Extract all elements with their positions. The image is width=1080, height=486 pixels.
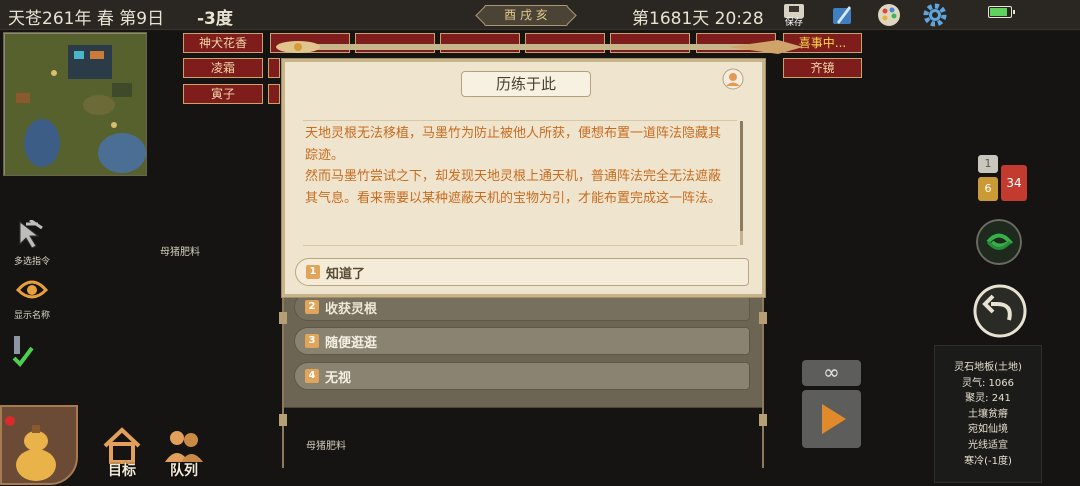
dialog-text: 天地灵根无法移植，马墨竹为防止被他人所获，便想布置一道阵法隐藏其踪迹。 然而马墨…	[303, 120, 743, 246]
multi-select-label: 多选指令	[13, 257, 50, 267]
target-button[interactable]: 目标	[98, 426, 146, 479]
option-number: 2	[305, 300, 319, 314]
message-count-yellow: 6	[978, 177, 998, 201]
character-tag[interactable]: 神犬花香	[183, 33, 263, 53]
minimap-terrain	[4, 33, 146, 175]
dialog-scrollbar[interactable]	[740, 121, 743, 245]
option-number: 4	[305, 369, 319, 383]
settings-button[interactable]	[922, 2, 948, 28]
hanging-ornament-icon	[279, 296, 287, 468]
day-time: 第1681天 20:28	[632, 9, 764, 29]
dialog-option[interactable]: 3 随便逛逛	[294, 327, 750, 355]
gourd-icon	[5, 416, 56, 481]
option-number: 1	[306, 265, 320, 279]
character-tag[interactable]: 凌霜	[183, 58, 263, 78]
option-label: 收获灵根	[325, 301, 378, 317]
spirit-vortex-icon[interactable]	[976, 219, 1022, 265]
ground-item-label[interactable]: 母猪肥料	[306, 437, 346, 452]
gourd-panel[interactable]	[0, 405, 78, 485]
tile-info-line: 宛如仙境	[968, 424, 1008, 436]
tile-info-line: 灵石地板(土地)	[954, 362, 1022, 373]
temperature: -3度	[197, 9, 233, 29]
battery-indicator	[988, 6, 1015, 18]
show-names-label: 显示名称	[13, 311, 50, 321]
minimap[interactable]	[3, 32, 147, 176]
character-tag-hidden[interactable]	[268, 58, 280, 78]
check-tool[interactable]	[10, 334, 36, 371]
multi-cursor-icon	[19, 218, 43, 249]
speed-loop-button[interactable]: ∞	[802, 360, 861, 386]
message-count-red: 34	[1001, 165, 1027, 201]
tile-info-line: 灵气: 1066	[962, 377, 1014, 389]
tile-info-line: 光线适宜	[968, 439, 1008, 451]
journal-button[interactable]	[829, 2, 855, 28]
queue-label: 队列	[170, 463, 198, 479]
target-label: 目标	[108, 463, 136, 479]
show-names-tool[interactable]: 显示名称	[10, 274, 54, 321]
feather-book-icon	[833, 6, 851, 24]
tile-info-line: 寒冷(-1度)	[964, 455, 1012, 467]
gear-icon	[923, 3, 947, 27]
brush-check-icon	[12, 336, 34, 368]
option-label: 随便逛逛	[325, 335, 378, 351]
dialog-title: 历练于此	[461, 71, 591, 97]
character-tag[interactable]: 齐镜	[783, 58, 862, 78]
tile-info-line: 土壤贫瘠	[968, 408, 1008, 420]
eye-icon	[15, 280, 49, 299]
queue-button[interactable]: 队列	[160, 426, 208, 479]
character-tag-hidden[interactable]	[268, 84, 280, 104]
character-tag[interactable]: 寅子	[183, 84, 263, 104]
ground-item-label[interactable]: 母猪肥料	[160, 243, 200, 258]
season-badge[interactable]: 酉 戌 亥	[484, 5, 568, 26]
palette-button[interactable]	[876, 2, 902, 28]
undo-icon[interactable]	[973, 284, 1027, 338]
save-button[interactable]: 保存	[781, 2, 807, 28]
dialog-option[interactable]: 4 无视	[294, 362, 750, 390]
dialog-paragraph: 天地灵根无法移植，马墨竹为防止被他人所获，便想布置一道阵法隐藏其踪迹。	[305, 126, 722, 163]
option-label: 知道了	[326, 266, 366, 282]
message-count-gray: 1	[978, 155, 998, 173]
dialog-option-selected[interactable]: 1 知道了	[295, 258, 749, 286]
option-number: 3	[305, 334, 319, 348]
option-label: 无视	[325, 370, 352, 386]
battery-fill	[990, 8, 1007, 16]
hanging-ornament-icon	[759, 296, 767, 468]
tile-info-line: 聚灵: 241	[965, 393, 1011, 405]
play-button[interactable]	[802, 390, 861, 448]
dialog-paragraph: 然而马墨竹尝试之下，却发现天地灵根上通天机，普通阵法完全无法遮蔽其气息。看来需要…	[305, 169, 722, 206]
top-bar: 天苍261年 春 第9日 -3度 酉 戌 亥 第1681天 20:28 保存	[0, 0, 1080, 30]
portrait-icon[interactable]	[722, 68, 744, 90]
scroll-rod-icon	[276, 40, 803, 54]
game-date: 天苍261年 春 第9日	[8, 9, 165, 29]
tile-info-panel: 灵石地板(土地) 灵气: 1066 聚灵: 241 土壤贫瘠 宛如仙境 光线适宜…	[934, 345, 1042, 483]
message-stack[interactable]: 1 6 34	[975, 155, 1029, 207]
save-label: 保存	[784, 18, 803, 28]
palette-icon	[878, 4, 900, 26]
multi-select-tool[interactable]: 多选指令	[10, 218, 54, 267]
